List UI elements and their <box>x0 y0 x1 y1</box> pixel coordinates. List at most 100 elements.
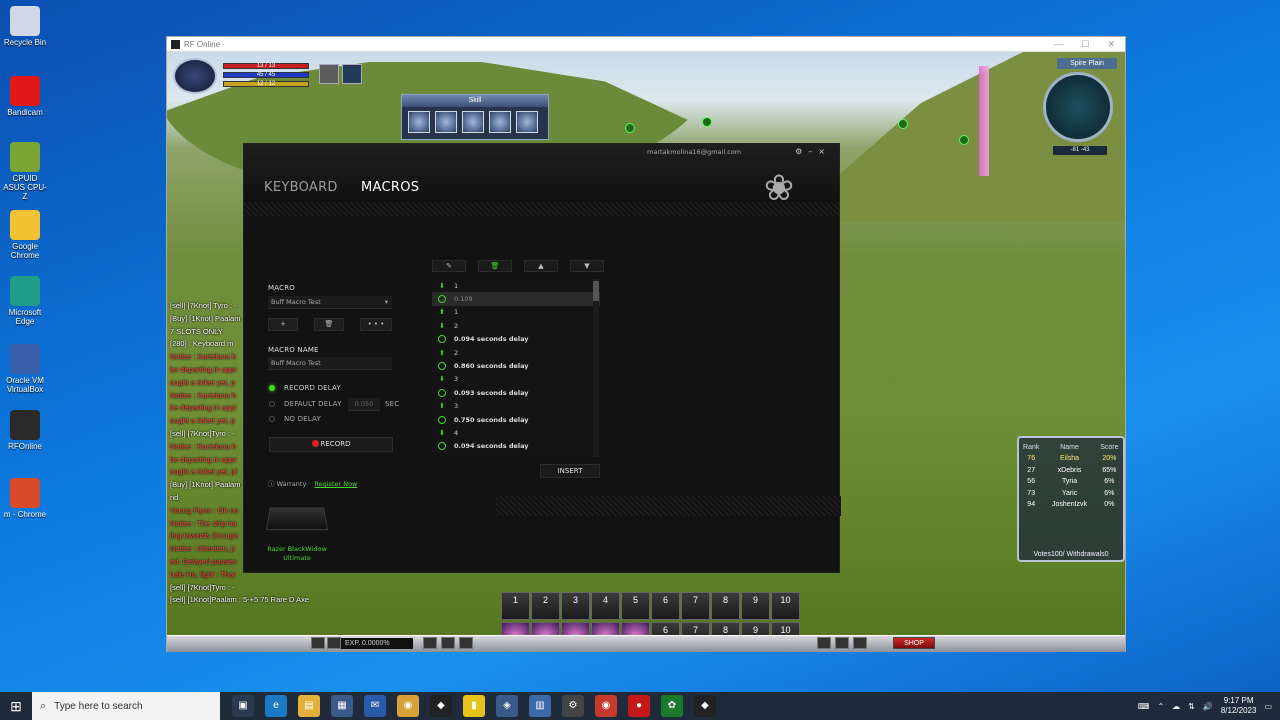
hotbar-slot[interactable]: 5 <box>621 592 650 620</box>
desktop-icon[interactable]: Oracle VM VirtualBox <box>2 344 48 394</box>
desktop-icon[interactable]: Microsoft Edge <box>2 276 48 326</box>
npc-marker[interactable] <box>898 119 908 129</box>
macro-event-item[interactable]: ⬇ 2 <box>432 319 600 332</box>
account-email[interactable]: martakmolina16@gmail.com <box>647 148 741 156</box>
macro-event-item[interactable]: ⬆ 3 <box>432 400 600 413</box>
menu-icon[interactable] <box>853 637 867 649</box>
hotbar-slot[interactable]: 10 <box>771 592 800 620</box>
macro-event-item[interactable]: 0.093 seconds delay <box>432 386 600 399</box>
macro-event-item[interactable]: 0.094 seconds delay <box>432 333 600 346</box>
macro-event-item[interactable]: ⬆ 2 <box>432 346 600 359</box>
hotbar-slot[interactable]: 6 <box>651 592 680 620</box>
record-delay-radio[interactable] <box>269 385 275 391</box>
minimap[interactable]: Spire Plain -81 -43 <box>1031 58 1117 158</box>
skill-slot-icon[interactable] <box>489 111 511 133</box>
file-explorer-icon[interactable]: ▤ <box>298 695 320 717</box>
close-button[interactable]: ✕ <box>1107 39 1115 50</box>
minimize-button[interactable]: — <box>1054 39 1063 50</box>
store-icon[interactable]: ▦ <box>331 695 353 717</box>
menu-icon[interactable] <box>835 637 849 649</box>
windows-start-icon[interactable]: ⊞ <box>0 692 32 720</box>
cpuz-icon[interactable]: ▥ <box>529 695 551 717</box>
record-button[interactable]: RECORD <box>269 437 393 452</box>
window-titlebar[interactable]: RF Online — ☐ ✕ <box>167 37 1125 51</box>
insert-button[interactable]: INSERT <box>540 464 600 478</box>
macro-event-item[interactable]: ⬇ 3 <box>432 373 600 386</box>
desktop-icon[interactable]: RFOnline <box>2 410 48 451</box>
move-up-icon[interactable]: ▲ <box>524 260 558 272</box>
move-down-icon[interactable]: ▼ <box>570 260 604 272</box>
settings-gear-icon[interactable]: ⚙ <box>562 695 584 717</box>
virtualbox-icon[interactable]: ◈ <box>496 695 518 717</box>
desktop-icon[interactable]: CPUID ASUS CPU-Z <box>2 142 48 201</box>
default-delay-input[interactable]: 0.050 <box>348 398 380 411</box>
network-icon[interactable]: ⇅ <box>1188 702 1195 711</box>
no-delay-radio[interactable] <box>269 416 275 422</box>
hotbar-slot[interactable]: 4 <box>591 592 620 620</box>
edge-icon[interactable]: e <box>265 695 287 717</box>
device-name[interactable]: Razer BlackWidow Ultimate <box>262 545 332 563</box>
keyboard-device-icon[interactable] <box>265 507 329 531</box>
tab-macros[interactable]: MACROS <box>361 180 419 195</box>
maximize-button[interactable]: ☐ <box>1081 39 1089 50</box>
delete-macro-button[interactable]: 🗑 <box>314 318 344 331</box>
character-portrait[interactable] <box>173 58 217 94</box>
sticky-notes-icon[interactable]: ▮ <box>463 695 485 717</box>
edit-icon[interactable]: ✎ <box>432 260 466 272</box>
menu-icon[interactable] <box>327 637 341 649</box>
shop-button[interactable]: SHOP <box>893 637 935 649</box>
macro-event-item[interactable]: 0.094 seconds delay <box>432 440 600 453</box>
hotbar-slot[interactable]: 8 <box>711 592 740 620</box>
register-now-link[interactable]: Register Now <box>314 480 357 488</box>
bandicam-icon[interactable]: ● <box>628 695 650 717</box>
buff-slot-icon[interactable] <box>319 64 339 84</box>
hotbar-slot[interactable]: 2 <box>531 592 560 620</box>
chrome-icon[interactable]: ◉ <box>397 695 419 717</box>
skill-slot-icon[interactable] <box>435 111 457 133</box>
minimap-view[interactable] <box>1043 72 1113 142</box>
razer-synapse-icon[interactable]: ✿ <box>661 695 683 717</box>
default-delay-label[interactable]: DEFAULT DELAY <box>284 400 342 408</box>
menu-icon[interactable] <box>441 637 455 649</box>
volume-icon[interactable]: 🔊 <box>1203 702 1213 711</box>
close-button[interactable]: × <box>818 147 825 156</box>
macro-event-item[interactable]: ⬇ 1 <box>432 279 600 292</box>
more-options-button[interactable]: • • • <box>360 318 392 331</box>
npc-marker[interactable] <box>702 117 712 127</box>
clock[interactable]: 9:17 PM 8/12/2023 <box>1221 696 1257 716</box>
task-view-icon[interactable]: ▣ <box>232 695 254 717</box>
menu-icon[interactable] <box>459 637 473 649</box>
delete-icon[interactable]: 🗑 <box>478 260 512 272</box>
desktop-icon[interactable]: m - Chrome <box>2 478 48 519</box>
npc-marker[interactable] <box>625 123 635 133</box>
hotbar-slot[interactable]: 1 <box>501 592 530 620</box>
taskbar-search[interactable]: ⌕ Type here to search <box>32 692 220 720</box>
macro-event-item[interactable]: ⬇ 4 <box>432 426 600 439</box>
macro-event-item[interactable]: 0.109 <box>432 292 600 306</box>
macro-event-item[interactable]: 0.860 seconds delay <box>432 359 600 372</box>
mail-icon[interactable]: ✉ <box>364 695 386 717</box>
skill-bar[interactable]: Skill <box>401 94 549 140</box>
cloud-icon[interactable]: ☁ <box>1172 702 1180 711</box>
add-macro-button[interactable]: + <box>268 318 298 331</box>
desktop-icon[interactable]: Google Chrome <box>2 210 48 260</box>
razer-synapse-window[interactable]: martakmolina16@gmail.com ⚙ – × KEYBOARD … <box>243 143 841 573</box>
record-delay-label[interactable]: RECORD DELAY <box>284 384 341 392</box>
macro-name-input[interactable]: Buff Macro Test <box>268 357 392 370</box>
menu-icon[interactable] <box>817 637 831 649</box>
settings-gear-icon[interactable]: ⚙ <box>795 147 802 156</box>
chevron-up-icon[interactable]: ⌃ <box>1157 702 1164 711</box>
skill-slot-icon[interactable] <box>408 111 430 133</box>
notifications-icon[interactable]: ▭ <box>1264 702 1272 711</box>
hotbar-slot[interactable]: 9 <box>741 592 770 620</box>
desktop-icon[interactable]: Recycle Bin <box>2 6 48 47</box>
minimize-button[interactable]: – <box>808 147 812 156</box>
macro-list-scrollbar[interactable] <box>593 279 599 457</box>
hotbar-slot[interactable]: 7 <box>681 592 710 620</box>
menu-icon[interactable] <box>311 637 325 649</box>
buff-slot-icon[interactable] <box>342 64 362 84</box>
skill-slot-icon[interactable] <box>462 111 484 133</box>
npc-marker[interactable] <box>959 135 969 145</box>
scrollbar-thumb[interactable] <box>593 281 599 301</box>
chrome-profile-icon[interactable]: ◉ <box>595 695 617 717</box>
